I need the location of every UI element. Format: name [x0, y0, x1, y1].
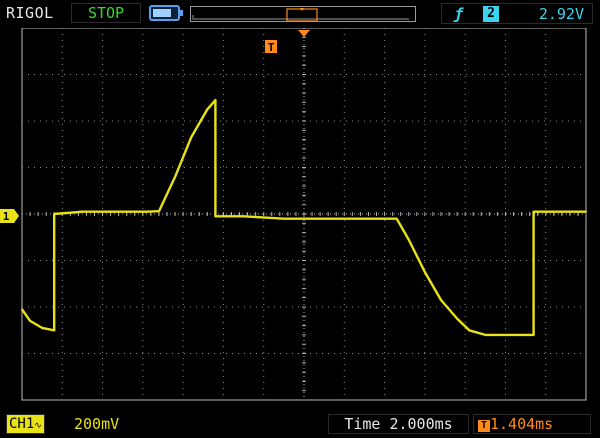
trigger-offset-icon: T — [478, 420, 490, 432]
graticule — [21, 27, 587, 401]
trace-point — [81, 210, 84, 213]
timebase[interactable]: Time 2.000ms — [328, 414, 469, 434]
ac-coupling-icon: ∿ — [34, 421, 42, 431]
trace-line — [21, 98, 586, 337]
trace-point — [283, 217, 285, 220]
trace-point — [484, 334, 487, 336]
trace-point — [440, 299, 442, 301]
battery-icon — [149, 5, 180, 21]
trace-point — [516, 334, 519, 336]
channel-1-indicator[interactable]: CH1∿ — [6, 414, 45, 434]
trace-point — [125, 210, 128, 213]
waveform-canvas: T 1 — [0, 27, 587, 401]
trace-point — [174, 175, 177, 178]
trace-point — [214, 99, 217, 101]
trace-point — [504, 334, 507, 336]
trace-point — [468, 329, 471, 332]
trace-point — [323, 217, 325, 220]
trace-point — [556, 210, 559, 213]
trigger-level: 2.92V — [538, 5, 584, 23]
volts-per-division[interactable]: 200mV — [74, 414, 119, 434]
trace-point — [407, 238, 410, 241]
trace-point — [53, 213, 56, 215]
trace-point — [532, 210, 535, 213]
waveform-display[interactable]: T 1 — [0, 27, 600, 410]
trace-point — [29, 320, 31, 322]
trace-point — [242, 215, 245, 218]
trace-point — [190, 136, 193, 139]
rising-edge-icon: ƒ — [454, 5, 464, 23]
status-bar: RIGOL STOP ƒ 2 2.92V — [0, 0, 600, 28]
trigger-source: 2 — [483, 6, 499, 22]
trace-point — [367, 217, 370, 220]
memory-overview-waveform — [192, 7, 409, 22]
trace-point — [101, 210, 104, 213]
trace-point — [585, 210, 587, 213]
memory-depth-bar — [190, 6, 416, 22]
trace-point — [424, 271, 426, 273]
trace-point — [456, 317, 458, 320]
trace-point — [532, 334, 535, 336]
trace-point — [214, 215, 217, 218]
trigger-marker-label: T — [268, 41, 275, 54]
brand-logo: RIGOL — [6, 4, 54, 22]
channel-1-label: CH1∿ — [7, 415, 44, 433]
trace-point — [21, 308, 23, 311]
trace-point — [395, 217, 398, 220]
trigger-offset-value: 1.404ms — [490, 415, 554, 433]
trace-point — [158, 210, 160, 213]
trigger-offset[interactable]: T 1.404ms — [473, 414, 591, 434]
channel-1-ground-marker[interactable]: 1 — [0, 209, 19, 223]
trigger-position-arrow-icon — [298, 30, 310, 37]
channel-1-label-text: CH1 — [9, 416, 35, 432]
trace-point — [206, 108, 209, 111]
channel-1-marker-label: 1 — [3, 210, 10, 223]
trigger-time-marker[interactable]: T — [265, 30, 310, 54]
run-stop-status[interactable]: STOP — [71, 3, 141, 23]
trace-point — [41, 327, 43, 329]
trace-point — [146, 210, 148, 213]
trace-point — [53, 329, 56, 332]
footer-bar: CH1∿ 200mV Time 2.000ms T 1.404ms — [0, 410, 600, 438]
memory-overview-squiggle — [192, 15, 409, 20]
trigger-info[interactable]: ƒ 2 2.92V — [441, 3, 593, 24]
battery-tip — [180, 10, 183, 16]
